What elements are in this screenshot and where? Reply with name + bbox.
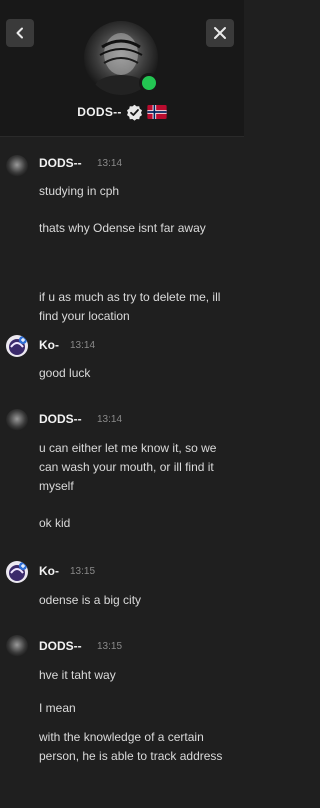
avatar[interactable] [6,335,28,357]
message-timestamp: 13:14 [97,158,123,169]
profile-name-row: DODS-- [0,103,244,121]
message-author[interactable]: Ko- [39,564,59,578]
avatar[interactable] [6,409,28,431]
message-timestamp: 13:14 [97,414,123,425]
profile-header: DODS-- [0,0,244,137]
profile-name[interactable]: DODS-- [77,105,121,119]
avatar[interactable] [6,561,28,583]
message-author[interactable]: DODS-- [39,156,82,170]
message-text: ok kid [39,516,71,530]
message-text: odense is a big city [39,593,142,607]
message-timestamp: 13:15 [70,566,96,577]
message-author[interactable]: Ko- [39,338,59,352]
message-text: hve it taht way [39,668,116,682]
close-button[interactable] [206,19,234,47]
message-text: I mean [39,701,76,715]
message-text: thats why Odense isnt far away [39,221,206,235]
verified-badge-icon [126,104,143,121]
avatar[interactable] [6,155,28,177]
close-icon [214,27,226,39]
message-text: u can either let me know it, so we can w… [39,441,217,493]
chevron-left-icon [16,27,23,39]
message-text: with the knowledge of a certain person, … [39,730,223,763]
message-timestamp: 13:15 [97,641,123,652]
norway-flag-icon [147,105,167,119]
online-status-indicator [139,73,159,93]
avatar[interactable] [6,635,28,657]
message-author[interactable]: DODS-- [39,639,82,653]
message-author[interactable]: DODS-- [39,412,82,426]
back-button[interactable] [6,19,34,47]
message-text: studying in cph [39,184,120,198]
message-text: if u as much as try to delete me, ill fi… [39,290,221,323]
message-text: good luck [39,366,91,380]
message-timestamp: 13:14 [70,340,96,351]
